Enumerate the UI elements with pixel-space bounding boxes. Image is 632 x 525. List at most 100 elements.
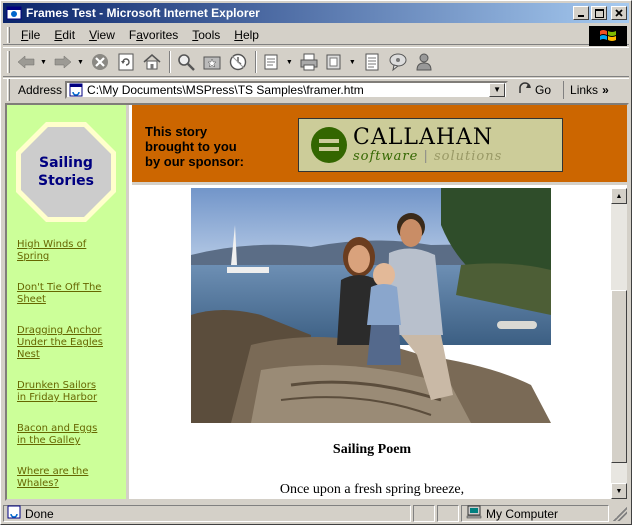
story-link-dragging-anchor[interactable]: Dragging Anchor Under the Eagles Nest — [17, 325, 121, 361]
address-label: Address — [18, 82, 63, 97]
mail-icon[interactable] — [260, 50, 284, 74]
favorites-icon[interactable] — [200, 50, 224, 74]
logo-tagline-divider: | — [423, 149, 429, 164]
go-label: Go — [535, 82, 552, 97]
link-text: Bacon and Eggs — [17, 423, 98, 434]
search-icon[interactable] — [174, 50, 198, 74]
story-link-dont-tie-off[interactable]: Don't Tie Off The Sheet — [17, 282, 121, 306]
computer-icon — [466, 505, 482, 522]
poem-title: Sailing Poem — [332, 442, 412, 457]
edit-dropdown-icon[interactable]: ▼ — [349, 59, 356, 66]
badge-title-line2: Stories — [38, 173, 94, 189]
menu-grip[interactable] — [7, 26, 10, 43]
status-progress-cell — [413, 505, 435, 522]
status-main: Done — [3, 505, 411, 522]
link-text: Dragging Anchor — [17, 325, 102, 336]
story-link-bacon-eggs[interactable]: Bacon and Eggs in the Galley — [17, 423, 121, 447]
left-nav-frame: Sailing Stories High Winds of Spring Don… — [7, 105, 129, 499]
logo-tagline: software | solutions — [353, 150, 502, 164]
status-zone-text: My Computer — [486, 506, 559, 521]
status-security-cell — [437, 505, 459, 522]
logo-brand: CALLAHAN software | solutions — [353, 126, 502, 164]
sponsor-text: This story brought to you by our sponsor… — [145, 124, 270, 169]
story-link-whales[interactable]: Where are the Whales? — [17, 466, 121, 490]
story-frame: Sailing Poem Once upon a fresh spring br… — [132, 188, 627, 499]
address-grip[interactable] — [7, 78, 10, 101]
status-zone: My Computer — [461, 505, 609, 522]
refresh-icon[interactable] — [114, 50, 138, 74]
link-text: Spring — [17, 251, 50, 262]
stop-icon[interactable] — [88, 50, 112, 74]
link-text: Where are the — [17, 466, 89, 477]
discuss-icon[interactable] — [360, 50, 384, 74]
title-bar: Frames Test - Microsoft Internet Explore… — [3, 3, 629, 23]
scroll-up-button[interactable]: ▲ — [611, 188, 627, 204]
menu-edit[interactable]: Edit — [47, 28, 82, 42]
minimize-button[interactable] — [573, 6, 589, 20]
story-link-drunken-sailors[interactable]: Drunken Sailors in Friday Harbor — [17, 380, 121, 404]
badge-title-line1: Sailing — [39, 155, 93, 171]
badge-title: Sailing Stories — [38, 154, 94, 190]
status-bar: Done My Computer — [3, 504, 629, 523]
sponsor-line: brought to you — [145, 139, 237, 154]
sponsor-line: This story — [145, 124, 208, 139]
standard-toolbar: ▼ ▼ ▼ ▼ — [3, 47, 629, 77]
links-chevron-icon[interactable]: » — [602, 83, 609, 97]
page-content: Sailing Stories High Winds of Spring Don… — [5, 103, 629, 501]
menu-favorites[interactable]: Favorites — [122, 28, 185, 42]
story-links: High Winds of Spring Don't Tie Off The S… — [17, 239, 121, 499]
resize-grip[interactable] — [613, 506, 627, 521]
window-title: Frames Test - Microsoft Internet Explore… — [26, 6, 260, 20]
status-text: Done — [25, 506, 54, 521]
edit-icon[interactable] — [323, 50, 347, 74]
sponsor-logo[interactable]: CALLAHAN software | solutions — [298, 118, 563, 172]
user-icon[interactable] — [412, 50, 436, 74]
menu-file[interactable]: File — [14, 28, 47, 42]
back-dropdown-icon[interactable]: ▼ — [40, 59, 47, 66]
poem-first-line: Once upon a fresh spring breeze, — [279, 482, 465, 497]
status-page-icon — [7, 505, 21, 522]
vertical-scrollbar[interactable]: ▲ ▼ — [611, 188, 627, 499]
menu-help[interactable]: Help — [227, 28, 266, 42]
windows-logo-throbber — [589, 26, 627, 46]
history-icon[interactable] — [226, 50, 250, 74]
menu-tools[interactable]: Tools — [185, 28, 227, 42]
scroll-down-button[interactable]: ▼ — [611, 483, 627, 499]
menu-favorites-rest: vorites — [142, 27, 179, 42]
link-text: Under the Eagles — [17, 337, 103, 348]
mail-dropdown-icon[interactable]: ▼ — [286, 59, 293, 66]
go-arrow-icon — [518, 81, 532, 98]
menu-view[interactable]: View — [82, 28, 122, 42]
home-icon[interactable] — [140, 50, 164, 74]
link-text: Don't Tie Off The — [17, 282, 102, 293]
address-dropdown-button[interactable]: ▼ — [489, 82, 506, 97]
link-text: in Friday Harbor — [17, 392, 98, 403]
address-input[interactable]: C:\My Documents\MSPress\TS Samples\frame… — [65, 80, 509, 99]
family-photo — [191, 188, 551, 423]
maximize-button[interactable] — [591, 6, 607, 20]
close-button[interactable] — [611, 6, 627, 20]
link-text: Nest — [17, 349, 40, 360]
menu-file-rest: ile — [28, 27, 41, 42]
toolbar-grip[interactable] — [7, 51, 10, 73]
messenger-icon[interactable] — [386, 50, 410, 74]
back-icon[interactable] — [14, 50, 38, 74]
scroll-thumb[interactable] — [611, 290, 627, 463]
go-button[interactable]: Go — [514, 81, 555, 98]
logo-tagline-left: software — [353, 149, 419, 164]
forward-icon[interactable] — [51, 50, 75, 74]
address-value: C:\My Documents\MSPress\TS Samples\frame… — [87, 82, 364, 97]
links-toolbar[interactable]: Links » — [563, 80, 609, 99]
menu-edit-rest: dit — [62, 27, 76, 42]
equals-logo-icon — [311, 127, 347, 163]
link-text: Whales? — [17, 478, 59, 489]
sponsor-banner-frame: This story brought to you by our sponsor… — [132, 105, 627, 185]
link-text: Sheet — [17, 294, 46, 305]
story-link-high-winds[interactable]: High Winds of Spring — [17, 239, 121, 263]
menu-bar: File Edit View Favorites Tools Help — [3, 25, 629, 46]
menu-view-accel: V — [89, 27, 97, 42]
sponsor-line: by our sponsor: — [145, 154, 244, 169]
toolbar-separator — [254, 51, 257, 73]
print-icon[interactable] — [297, 50, 321, 74]
forward-dropdown-icon[interactable]: ▼ — [77, 59, 84, 66]
